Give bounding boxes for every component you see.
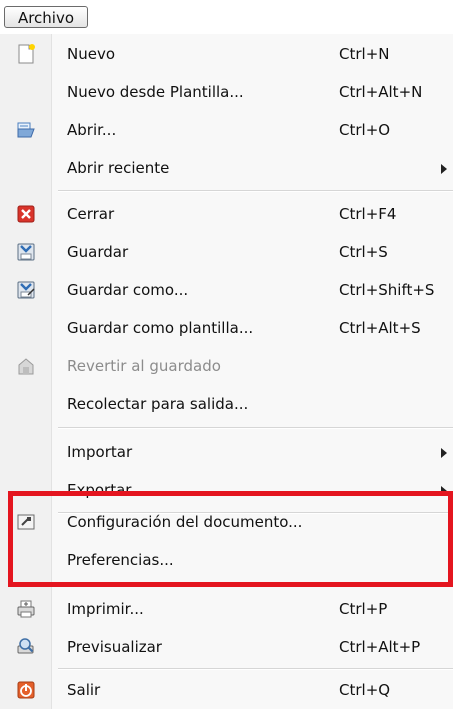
menu-item-imprimir[interactable]: Imprimir... Ctrl+P bbox=[0, 591, 453, 627]
menu-item-label: Cerrar bbox=[67, 205, 115, 223]
menu-item-shortcut: Ctrl+N bbox=[339, 45, 390, 63]
menu-item-shortcut: Ctrl+S bbox=[339, 243, 388, 261]
menu-item-importar[interactable]: Importar bbox=[0, 434, 453, 470]
print-preview-icon bbox=[16, 637, 36, 657]
new-document-icon bbox=[16, 44, 36, 64]
save-as-icon bbox=[16, 280, 36, 300]
archivo-dropdown-menu: Nuevo Ctrl+N Nuevo desde Plantilla... Ct… bbox=[0, 34, 453, 709]
menu-item-shortcut: Ctrl+Q bbox=[339, 681, 391, 699]
close-icon bbox=[16, 204, 36, 224]
archivo-menu-title[interactable]: Archivo bbox=[4, 6, 88, 28]
menu-item-revertir-al-guardado: Revertir al guardado bbox=[0, 348, 453, 384]
menu-item-label: Imprimir... bbox=[67, 600, 144, 618]
menu-item-shortcut: Ctrl+Alt+P bbox=[339, 638, 421, 656]
menu-item-label: Revertir al guardado bbox=[67, 357, 221, 375]
menu-item-label: Guardar como... bbox=[67, 281, 189, 299]
menu-separator bbox=[58, 668, 453, 670]
menu-item-salir[interactable]: Salir Ctrl+Q bbox=[0, 672, 453, 708]
menu-item-cerrar[interactable]: Cerrar Ctrl+F4 bbox=[0, 196, 453, 232]
menu-item-label: Abrir... bbox=[67, 121, 117, 139]
menu-item-shortcut: Ctrl+Shift+S bbox=[339, 281, 435, 299]
menu-item-label: Recolectar para salida... bbox=[67, 395, 249, 413]
menu-item-shortcut: Ctrl+P bbox=[339, 600, 388, 618]
menu-item-label: Salir bbox=[67, 681, 101, 699]
menu-item-label: Guardar bbox=[67, 243, 129, 261]
quit-icon bbox=[16, 680, 36, 700]
menu-item-label: Importar bbox=[67, 443, 133, 461]
menu-bar: Archivo bbox=[0, 0, 453, 36]
menu-item-guardar-como[interactable]: Guardar como... Ctrl+Shift+S bbox=[0, 272, 453, 308]
save-icon bbox=[16, 242, 36, 262]
menu-item-previsualizar[interactable]: Previsualizar Ctrl+Alt+P bbox=[0, 629, 453, 665]
menu-item-shortcut: Ctrl+O bbox=[339, 121, 391, 139]
menu-item-label: Nuevo desde Plantilla... bbox=[67, 83, 244, 101]
menu-item-nuevo[interactable]: Nuevo Ctrl+N bbox=[0, 36, 453, 72]
submenu-arrow-icon bbox=[441, 448, 447, 458]
menu-item-nuevo-desde-plantilla[interactable]: Nuevo desde Plantilla... Ctrl+Alt+N bbox=[0, 74, 453, 110]
highlight-annotation-box bbox=[8, 491, 453, 587]
menu-separator bbox=[58, 427, 453, 429]
menu-item-guardar[interactable]: Guardar Ctrl+S bbox=[0, 234, 453, 270]
open-folder-icon bbox=[16, 120, 36, 140]
menu-item-abrir[interactable]: Abrir... Ctrl+O bbox=[0, 112, 453, 148]
menu-item-guardar-como-plantilla[interactable]: Guardar como plantilla... Ctrl+Alt+S bbox=[0, 310, 453, 346]
menu-item-label: Nuevo bbox=[67, 45, 116, 63]
revert-icon bbox=[16, 356, 36, 376]
menu-separator bbox=[58, 190, 453, 192]
menu-item-shortcut: Ctrl+F4 bbox=[339, 205, 397, 223]
print-icon bbox=[16, 599, 36, 619]
menu-item-label: Abrir reciente bbox=[67, 159, 170, 177]
menu-item-abrir-reciente[interactable]: Abrir reciente bbox=[0, 150, 453, 186]
menu-item-shortcut: Ctrl+Alt+S bbox=[339, 319, 421, 337]
menu-item-recolectar-para-salida[interactable]: Recolectar para salida... bbox=[0, 386, 453, 422]
menu-item-shortcut: Ctrl+Alt+N bbox=[339, 83, 423, 101]
menu-item-label: Previsualizar bbox=[67, 638, 162, 656]
submenu-arrow-icon bbox=[441, 164, 447, 174]
menu-item-label: Guardar como plantilla... bbox=[67, 319, 254, 337]
